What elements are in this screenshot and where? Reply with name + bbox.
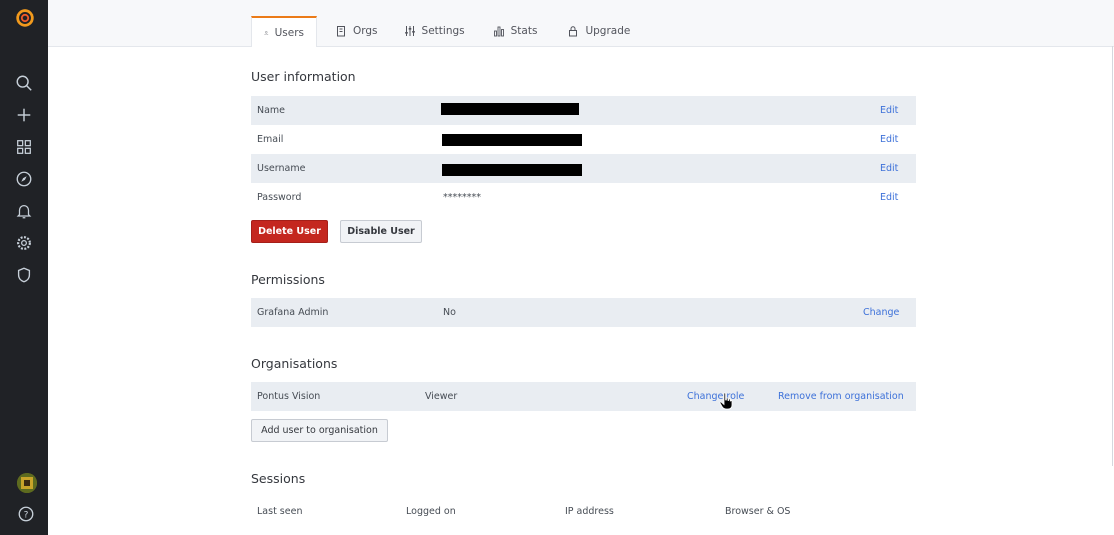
tab-users[interactable]: Users	[251, 16, 317, 47]
remove-from-organisation-link[interactable]: Remove from organisation	[778, 382, 904, 411]
tab-bar: Users Orgs Settings Stats Upgrade	[251, 16, 636, 47]
edit-name-link[interactable]: Edit	[880, 96, 898, 125]
permissions-title: Permissions	[251, 272, 325, 287]
add-user-to-organisation-button[interactable]: Add user to organisation	[251, 419, 388, 442]
redacted-value	[442, 134, 582, 146]
table-row: Email Edit	[251, 125, 916, 154]
row-label: Name	[257, 105, 286, 116]
org-name: Pontus Vision	[257, 391, 321, 402]
organisations-table: Pontus Vision Viewer Change role Remove …	[251, 382, 916, 411]
row-label: Email	[257, 134, 284, 145]
permissions-table: Grafana Admin No Change	[251, 298, 916, 327]
building-icon	[337, 26, 345, 37]
table-row: Username Edit	[251, 154, 916, 183]
sessions-title: Sessions	[251, 471, 306, 486]
gear-icon[interactable]	[14, 233, 34, 253]
password-value: ********	[443, 192, 481, 203]
row-value: No	[443, 307, 456, 318]
user-icon	[264, 30, 269, 35]
tab-label: Orgs	[353, 25, 378, 37]
dashboards-icon[interactable]	[14, 137, 34, 157]
org-role: Viewer	[425, 391, 458, 402]
help-icon[interactable]: ?	[17, 505, 35, 523]
search-icon[interactable]	[14, 73, 34, 93]
table-row: Pontus Vision Viewer Change role Remove …	[251, 382, 916, 411]
grafana-logo[interactable]	[14, 7, 36, 29]
redacted-value	[442, 164, 582, 176]
redacted-value	[441, 103, 579, 115]
tab-settings[interactable]: Settings	[398, 16, 471, 46]
edit-username-link[interactable]: Edit	[880, 154, 898, 183]
user-information-table: Name Edit Email Edit Username Edit Passw…	[251, 96, 916, 212]
column-header: IP address	[565, 506, 614, 517]
delete-user-button[interactable]: Delete User	[251, 220, 328, 243]
avatar[interactable]	[17, 473, 37, 493]
row-label: Grafana Admin	[257, 307, 329, 318]
sidebar: ?	[0, 0, 48, 535]
bell-icon[interactable]	[14, 201, 34, 221]
tab-stats[interactable]: Stats	[487, 16, 544, 46]
change-admin-link[interactable]: Change	[863, 298, 899, 327]
column-header: Browser & OS	[725, 506, 791, 517]
hand-cursor-icon	[719, 392, 733, 410]
row-label: Username	[257, 163, 306, 174]
tab-upgrade[interactable]: Upgrade	[561, 16, 636, 46]
edit-password-link[interactable]: Edit	[880, 183, 898, 212]
lock-icon	[569, 26, 578, 37]
tab-label: Users	[274, 26, 304, 39]
tab-label: Settings	[421, 25, 465, 37]
scrollbar-track[interactable]	[1112, 46, 1113, 466]
table-row: Name Edit	[251, 96, 916, 125]
shield-icon[interactable]	[14, 265, 34, 285]
table-row: Password ******** Edit	[251, 183, 916, 212]
column-header: Logged on	[406, 506, 456, 517]
table-header-row: Last seen Logged on IP address Browser &…	[251, 497, 916, 526]
sliders-icon	[404, 26, 415, 36]
bar-chart-icon	[493, 26, 504, 37]
organisations-title: Organisations	[251, 356, 338, 371]
disable-user-button[interactable]: Disable User	[340, 220, 422, 243]
plus-icon[interactable]	[14, 105, 34, 125]
column-header: Last seen	[257, 506, 303, 517]
compass-icon[interactable]	[14, 169, 34, 189]
tab-label: Upgrade	[585, 25, 631, 37]
tab-orgs[interactable]: Orgs	[329, 16, 384, 46]
svg-text:?: ?	[24, 511, 29, 521]
table-row: Grafana Admin No Change	[251, 298, 916, 327]
change-role-link[interactable]: Change role	[687, 382, 744, 411]
edit-email-link[interactable]: Edit	[880, 125, 898, 154]
sessions-table: Last seen Logged on IP address Browser &…	[251, 497, 916, 526]
user-information-title: User information	[251, 69, 356, 84]
tab-label: Stats	[510, 25, 538, 37]
row-label: Password	[257, 192, 302, 203]
